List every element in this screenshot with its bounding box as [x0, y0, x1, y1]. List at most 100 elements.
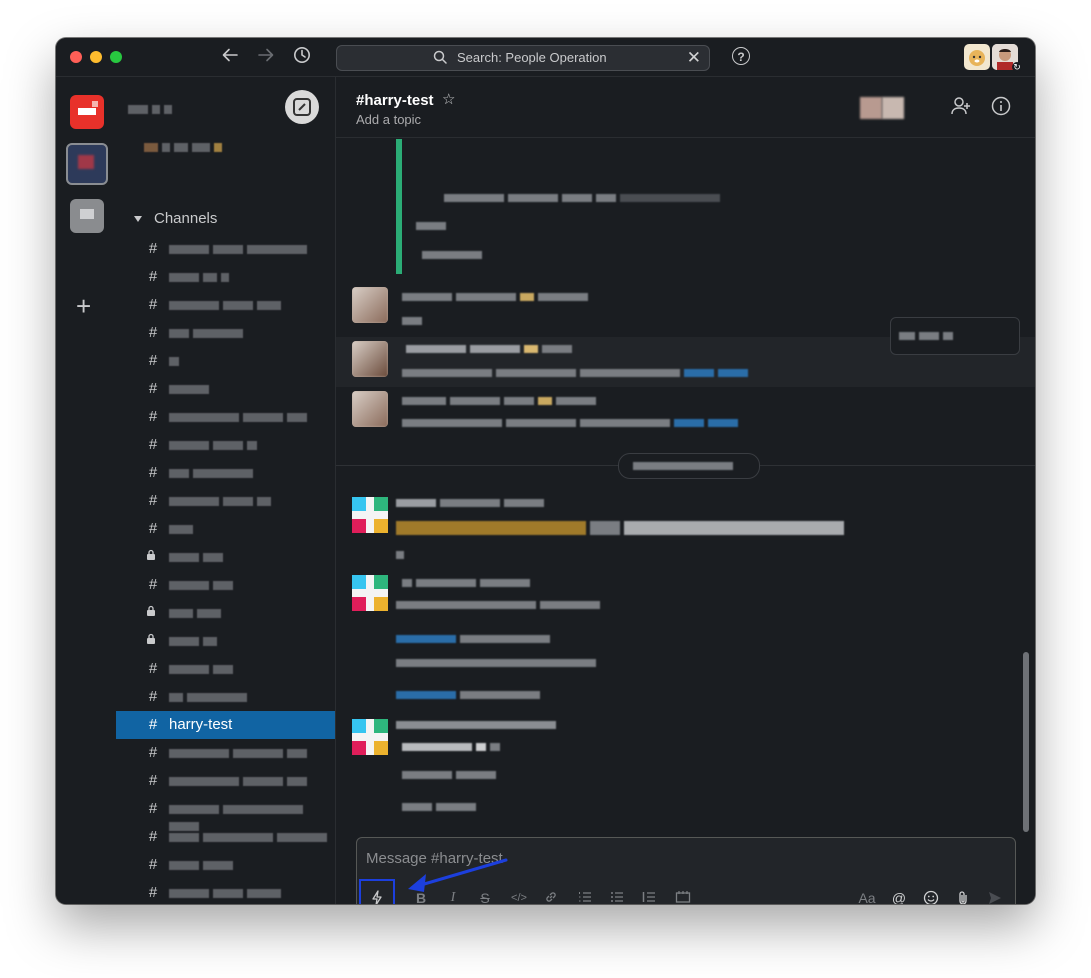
sidebar-channel-item[interactable]: #: [116, 375, 335, 403]
avatar[interactable]: [352, 287, 388, 323]
sidebar-channel-item[interactable]: #: [116, 767, 335, 795]
blockquote-icon[interactable]: [639, 890, 659, 904]
message-author[interactable]: [396, 499, 548, 507]
message-text: [402, 397, 600, 405]
sidebar-channel-item[interactable]: #: [116, 487, 335, 515]
sidebar-channel-item[interactable]: #: [116, 347, 335, 375]
code-button[interactable]: </>: [509, 892, 529, 904]
workspace-icon[interactable]: [66, 143, 108, 185]
slack-app-icon[interactable]: [352, 575, 388, 611]
sidebar-channel-item[interactable]: #: [116, 515, 335, 543]
sidebar-channel-item[interactable]: [116, 543, 335, 571]
clear-search-icon[interactable]: ✕: [687, 48, 701, 68]
emoji-icon[interactable]: [921, 890, 941, 904]
workspace-icon[interactable]: [70, 95, 104, 129]
compose-button[interactable]: [285, 90, 319, 124]
channel-topic[interactable]: Add a topic: [356, 112, 421, 127]
sidebar-channel-item[interactable]: #: [116, 319, 335, 347]
sidebar-channel-item[interactable]: #: [116, 795, 335, 831]
channels-section-header[interactable]: Channels: [134, 210, 217, 227]
hash-icon: #: [148, 856, 158, 873]
history-clock-icon[interactable]: [291, 46, 313, 68]
title-bar: Search: People Operation ✕ ? ↻: [56, 38, 1035, 77]
zoom-window-button[interactable]: [110, 51, 122, 63]
message-text: [396, 659, 600, 667]
hash-icon: #: [148, 660, 158, 677]
add-workspace-icon[interactable]: +: [76, 293, 91, 319]
sidebar-channel-item[interactable]: #: [116, 459, 335, 487]
code-block-icon[interactable]: [673, 890, 693, 904]
message-author[interactable]: [396, 721, 560, 729]
hash-icon: #: [148, 268, 158, 285]
avatar[interactable]: [352, 341, 388, 377]
message-text: [402, 743, 504, 751]
scrollbar[interactable]: [1023, 652, 1029, 832]
sidebar-channel-item[interactable]: #: [116, 683, 335, 711]
message-input[interactable]: Message #harry-test: [366, 850, 503, 867]
sidebar-channel-item[interactable]: #: [116, 235, 335, 263]
format-toggle-button[interactable]: Aa: [857, 890, 877, 904]
hash-icon: #: [148, 716, 158, 733]
add-member-icon[interactable]: [950, 95, 972, 117]
slack-app-icon[interactable]: [352, 497, 388, 533]
bullet-list-icon[interactable]: [607, 890, 627, 904]
sidebar-channel-label: [169, 548, 227, 565]
search-bar[interactable]: Search: People Operation ✕: [336, 45, 710, 71]
message-text: [396, 521, 848, 535]
hash-icon: #: [148, 688, 158, 705]
link-icon[interactable]: [541, 890, 561, 904]
member-avatars[interactable]: [860, 97, 906, 119]
sidebar-channel-item[interactable]: #: [116, 739, 335, 767]
message-actions[interactable]: [890, 317, 1020, 355]
slack-app-icon[interactable]: [352, 719, 388, 755]
message-composer[interactable]: Message #harry-test B I S </> Aa @: [356, 837, 1016, 904]
compose-icon: [293, 98, 311, 116]
sidebar-channel-item[interactable]: #: [116, 263, 335, 291]
user-status[interactable]: [144, 139, 226, 157]
sidebar-channel-item[interactable]: #: [116, 571, 335, 599]
hash-icon: #: [148, 772, 158, 789]
sidebar-channel-item[interactable]: #: [116, 823, 335, 851]
send-icon[interactable]: [985, 890, 1005, 904]
date-label[interactable]: [618, 453, 760, 479]
sidebar-channel-item[interactable]: #: [116, 431, 335, 459]
message-text: [402, 293, 592, 301]
italic-button[interactable]: I: [443, 890, 463, 904]
star-icon[interactable]: ☆: [442, 90, 455, 108]
mention-button[interactable]: @: [889, 890, 909, 904]
sidebar-channel-label: [169, 884, 285, 901]
message-text: [396, 601, 604, 609]
channel-sidebar: Channels # # # # # # # # # # # # # # # harry-test # # # # # #: [116, 77, 336, 904]
bold-button[interactable]: B: [411, 890, 431, 904]
switch-account-icon[interactable]: ↻: [1012, 62, 1022, 72]
sidebar-channel-item[interactable]: #: [116, 403, 335, 431]
message-text: [422, 251, 486, 259]
sidebar-channel-label: [169, 744, 311, 761]
search-icon: [433, 50, 447, 64]
sidebar-channel-item[interactable]: [116, 627, 335, 655]
sidebar-channel-item[interactable]: #: [116, 291, 335, 319]
sidebar-channel-item[interactable]: #: [116, 655, 335, 683]
message-text: [402, 419, 742, 427]
minimize-window-button[interactable]: [90, 51, 102, 63]
strikethrough-button[interactable]: S: [475, 890, 495, 904]
back-arrow-icon[interactable]: [219, 46, 241, 68]
workspace-icon[interactable]: [70, 199, 104, 233]
channel-title[interactable]: #harry-test: [356, 92, 434, 109]
sidebar-channel-item[interactable]: [116, 599, 335, 627]
sidebar-channel-item[interactable]: # harry-test: [116, 711, 335, 739]
sidebar-channel-item[interactable]: #: [116, 851, 335, 879]
message-text: [396, 691, 544, 699]
message-author[interactable]: [402, 579, 534, 587]
workspace-name[interactable]: [128, 101, 176, 119]
avatar[interactable]: [964, 44, 990, 70]
forward-arrow-icon[interactable]: [255, 46, 277, 68]
ordered-list-icon[interactable]: [575, 890, 595, 904]
help-icon[interactable]: ?: [732, 47, 750, 65]
close-window-button[interactable]: [70, 51, 82, 63]
sidebar-channel-item[interactable]: #: [116, 879, 335, 904]
avatar[interactable]: [352, 391, 388, 427]
message-text: [402, 369, 752, 377]
info-icon[interactable]: [990, 95, 1012, 117]
paperclip-icon[interactable]: [953, 890, 973, 904]
